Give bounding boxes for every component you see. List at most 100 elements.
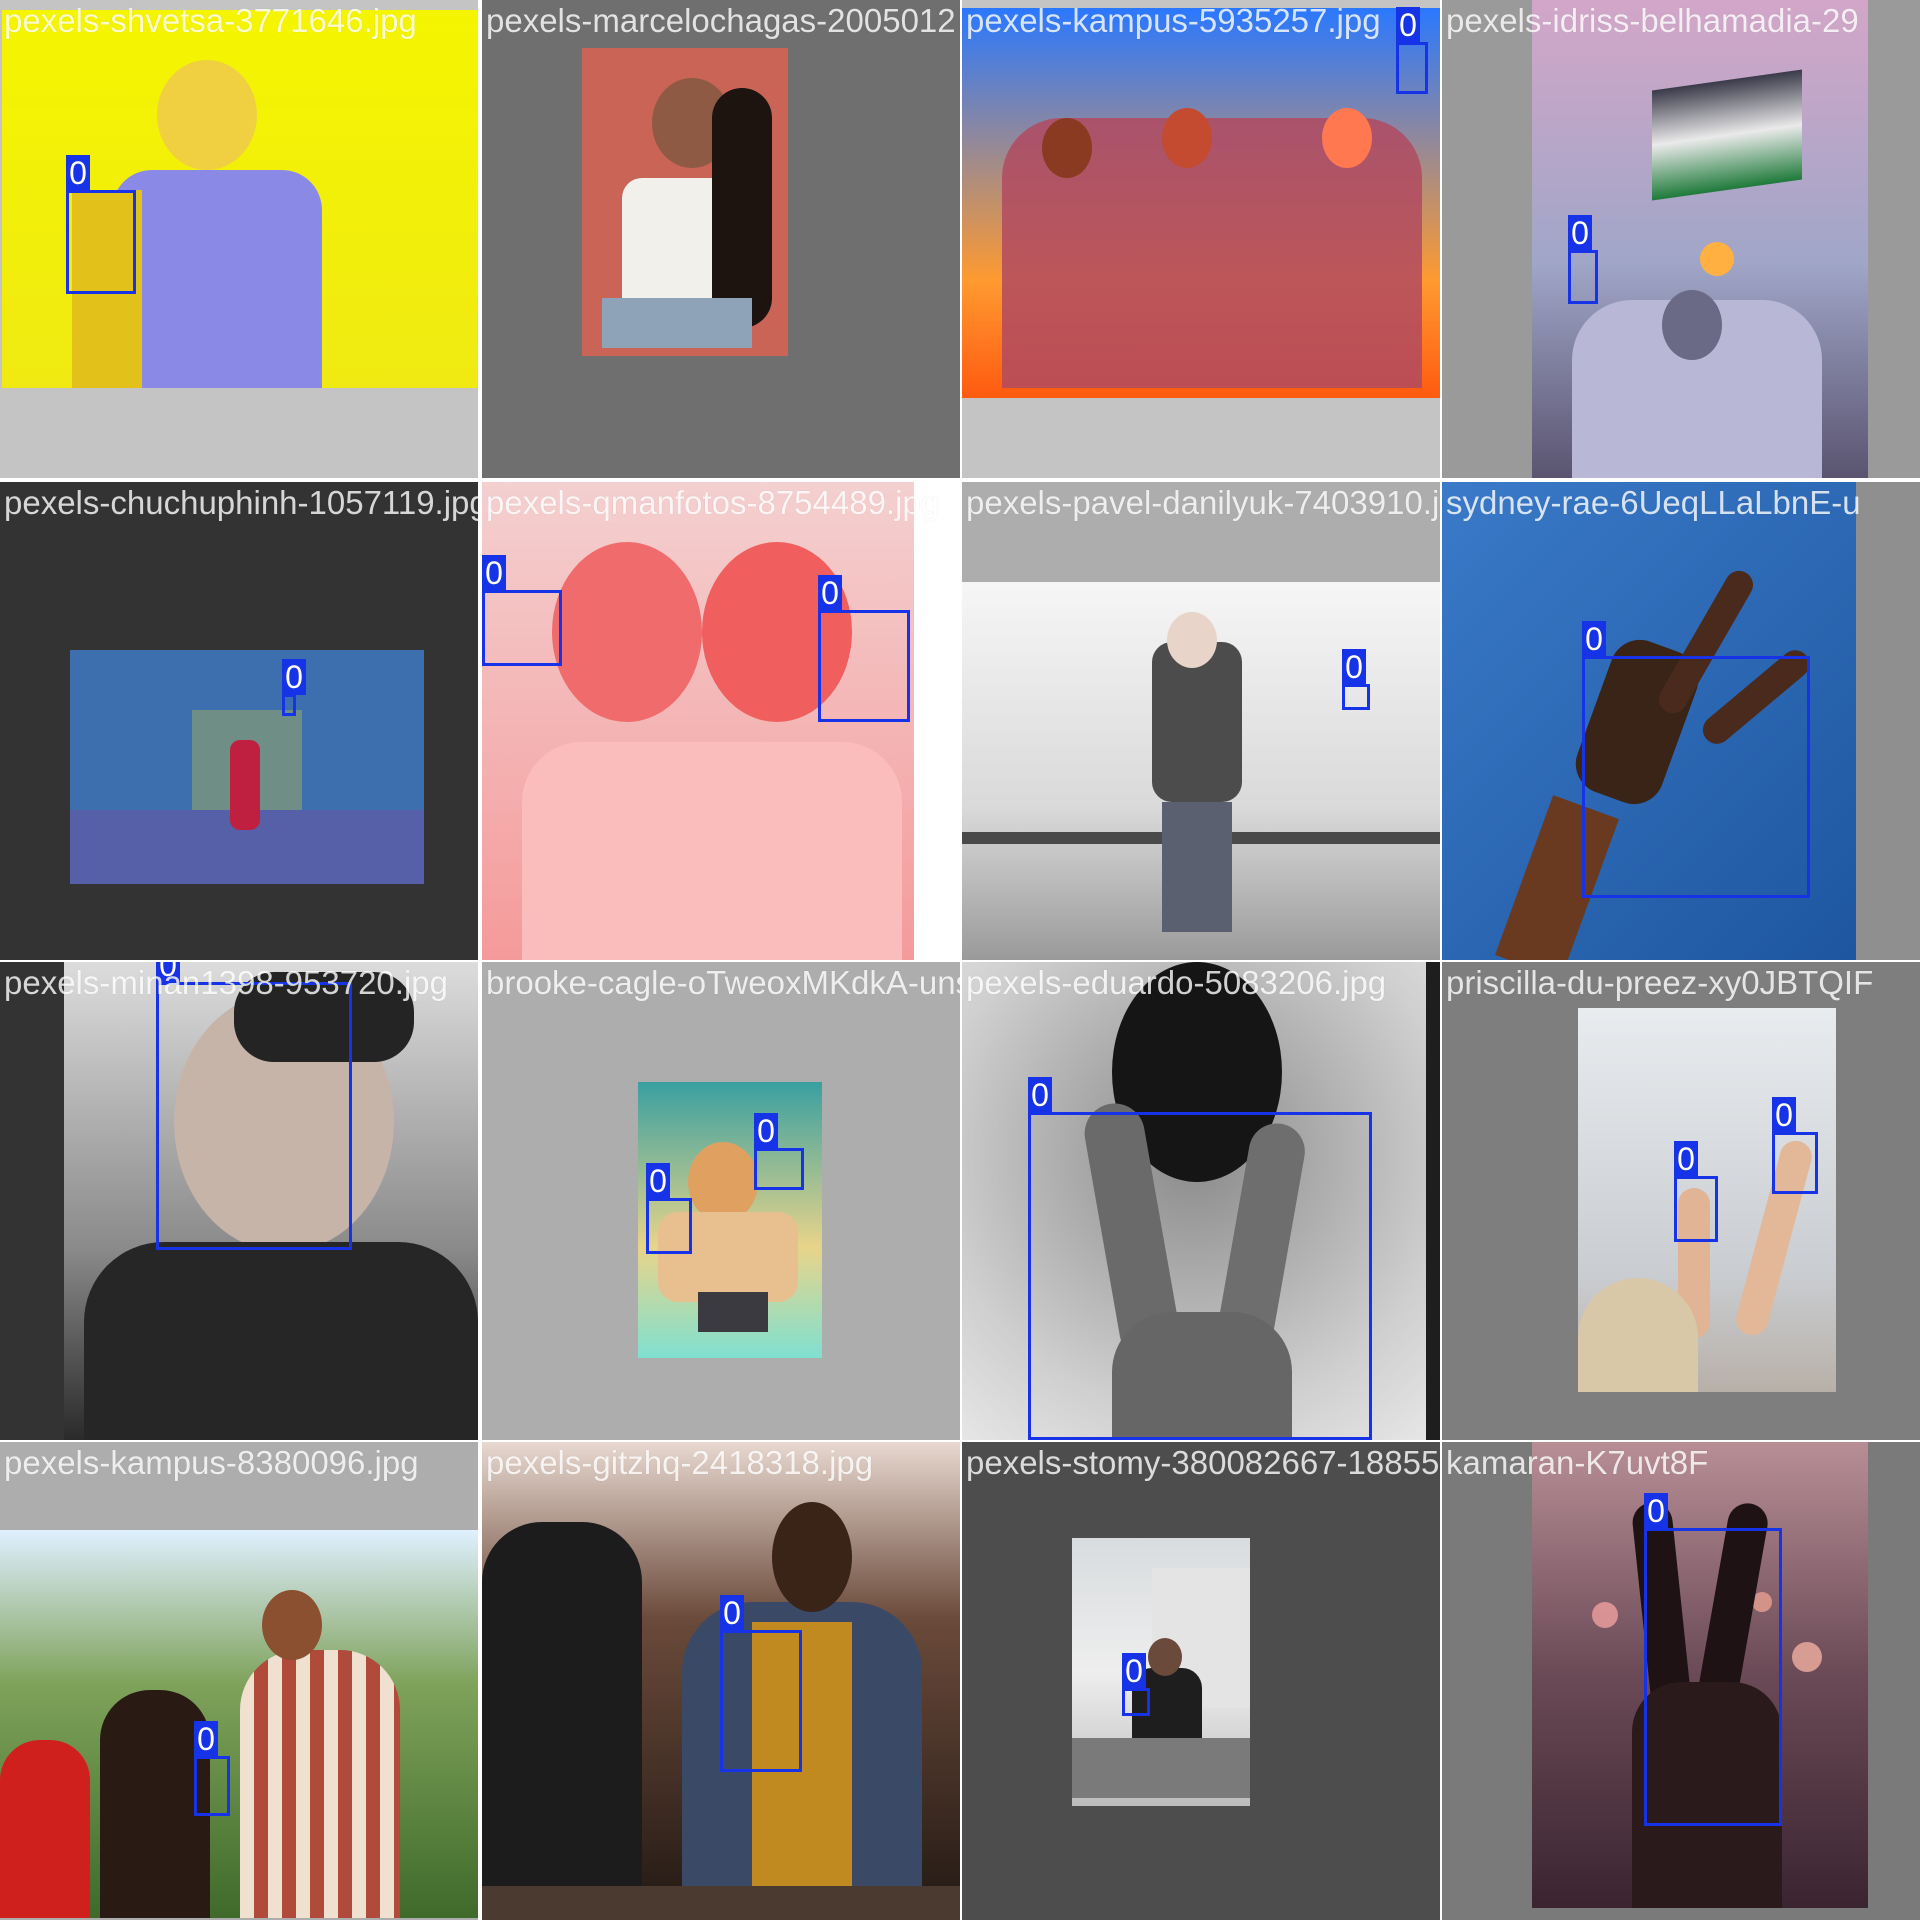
person xyxy=(688,1142,758,1222)
sun xyxy=(1700,242,1734,276)
person xyxy=(552,542,702,722)
detection-mosaic: 0 pexels-shvetsa-3771646.jpg pexels-marc… xyxy=(0,0,1920,1920)
image-filename: pexels-kampus-8380096.jpg xyxy=(4,1444,419,1481)
detection-box: 0 xyxy=(1342,649,1370,710)
detection-box: 0 xyxy=(720,1595,802,1772)
class-label: 0 xyxy=(1674,1141,1698,1177)
detection-box: 0 xyxy=(282,659,306,716)
tile-1: 0 pexels-shvetsa-3771646.jpg xyxy=(0,0,478,478)
person xyxy=(262,1590,322,1660)
class-label: 0 xyxy=(194,1721,218,1757)
person xyxy=(1578,1278,1698,1392)
image-filename: sydney-rae-6UeqLLaLbnE-u xyxy=(1446,484,1861,521)
class-label: 0 xyxy=(1122,1653,1146,1689)
class-label: 0 xyxy=(1028,1077,1052,1113)
person xyxy=(1167,612,1217,668)
person xyxy=(1148,1638,1182,1676)
image-filename: pexels-pavel-danilyuk-7403910.jpg xyxy=(966,484,1440,521)
detection-box: 0 xyxy=(1674,1141,1718,1242)
tile-8: 0 sydney-rae-6UeqLLaLbnE-u xyxy=(1442,482,1920,960)
detection-box: 0 xyxy=(1122,1653,1150,1716)
class-label: 0 xyxy=(754,1113,778,1149)
detection-box: 0 xyxy=(482,555,562,666)
image-filename: pexels-stomy-380082667-18855817.jpg xyxy=(966,1444,1440,1481)
detection-box: 0 xyxy=(1644,1493,1782,1826)
tile-2: pexels-marcelochagas-2005012 (1).jpg xyxy=(482,0,960,478)
person xyxy=(0,1740,90,1918)
tile-11: 0 pexels-eduardo-5083206.jpg xyxy=(962,962,1440,1440)
photo xyxy=(962,8,1440,398)
detection-box: 0 xyxy=(646,1163,692,1254)
person xyxy=(1162,802,1232,932)
image-filename: pexels-gitzhq-2418318.jpg xyxy=(486,1444,874,1481)
detection-box: 0 xyxy=(66,155,136,294)
person xyxy=(157,60,257,170)
tile-3: 0 pexels-kampus-5935257.jpg xyxy=(962,0,1440,478)
photo xyxy=(582,48,788,356)
detection-box: 0 xyxy=(1568,215,1598,304)
photo xyxy=(70,650,424,884)
bokeh xyxy=(1792,1642,1822,1672)
image-filename: priscilla-du-preez-xy0JBTQIF xyxy=(1446,964,1874,1001)
class-label: 0 xyxy=(1582,621,1606,657)
tile-7: 0 pexels-pavel-danilyuk-7403910.jpg xyxy=(962,482,1440,960)
person xyxy=(482,1522,642,1886)
image-filename: pexels-idriss-belhamadia-29 xyxy=(1446,2,1859,39)
detection-box: 0 xyxy=(754,1113,804,1190)
photo xyxy=(962,582,1440,960)
class-label: 0 xyxy=(482,555,506,591)
photo xyxy=(0,1530,478,1918)
class-label: 0 xyxy=(720,1595,744,1631)
person xyxy=(1042,118,1092,178)
class-label: 0 xyxy=(66,155,90,191)
tile-5: 0 pexels-chuchuphinh-1057119.jpg xyxy=(0,482,478,960)
detection-box: 0 xyxy=(818,575,910,722)
image-filename: brooke-cagle-oTweoxMKdkA-unsplash.jpg xyxy=(486,964,960,1001)
tile-15: 0 pexels-stomy-380082667-18855817.jpg xyxy=(962,1442,1440,1920)
image-filename: kamaran-K7uvt8F xyxy=(1446,1444,1709,1481)
person xyxy=(698,1292,768,1332)
detection-box: 0 xyxy=(1772,1097,1818,1194)
class-label: 0 xyxy=(1644,1493,1668,1529)
person xyxy=(1162,108,1212,168)
tile-4: 0 pexels-idriss-belhamadia-29 xyxy=(1442,0,1920,478)
image-filename: pexels-eduardo-5083206.jpg xyxy=(966,964,1387,1001)
photo xyxy=(1072,1538,1250,1806)
class-label: 0 xyxy=(646,1163,670,1199)
bokeh xyxy=(1592,1602,1618,1628)
tile-16: 0 kamaran-K7uvt8F xyxy=(1442,1442,1920,1920)
person xyxy=(1662,290,1722,360)
car xyxy=(1072,1738,1250,1798)
class-label: 0 xyxy=(1772,1097,1796,1133)
person xyxy=(230,740,260,830)
image-filename: pexels-kampus-5935257.jpg xyxy=(966,2,1381,39)
image-filename: pexels-chuchuphinh-1057119.jpg xyxy=(4,484,478,521)
person xyxy=(240,1650,400,1918)
image-filename: pexels-qmanfotos-8754489.jpg xyxy=(486,484,940,521)
person xyxy=(84,1242,478,1440)
person xyxy=(772,1502,852,1612)
tile-6: 0 0 pexels-qmanfotos-8754489.jpg xyxy=(482,482,960,960)
detection-box: 0 xyxy=(156,962,352,1250)
tile-10: 0 0 brooke-cagle-oTweoxMKdkA-unsplash.jp… xyxy=(482,962,960,1440)
detection-box: 0 xyxy=(194,1721,230,1816)
tile-12: 0 0 priscilla-du-preez-xy0JBTQIF xyxy=(1442,962,1920,1440)
image-filename: pexels-shvetsa-3771646.jpg xyxy=(4,2,417,39)
class-label: 0 xyxy=(282,659,306,695)
person xyxy=(522,742,902,960)
tile-13: 0 pexels-kampus-8380096.jpg xyxy=(0,1442,478,1920)
detection-box: 0 xyxy=(1028,1077,1372,1440)
image-filename: pexels-marcelochagas-2005012 (1).jpg xyxy=(486,2,960,39)
detection-box: 0 xyxy=(1396,7,1428,94)
tile-9: 0 pexels-minan1398-953720.jpg xyxy=(0,962,478,1440)
person xyxy=(602,298,752,348)
image-filename: pexels-minan1398-953720.jpg xyxy=(4,964,448,1001)
person xyxy=(712,88,772,328)
person xyxy=(112,170,322,388)
class-label: 0 xyxy=(818,575,842,611)
person xyxy=(1322,108,1372,168)
class-label: 0 xyxy=(1342,649,1366,685)
detection-box: 0 xyxy=(1582,621,1810,898)
tile-14: 0 pexels-gitzhq-2418318.jpg xyxy=(482,1442,960,1920)
flag xyxy=(1652,69,1802,201)
